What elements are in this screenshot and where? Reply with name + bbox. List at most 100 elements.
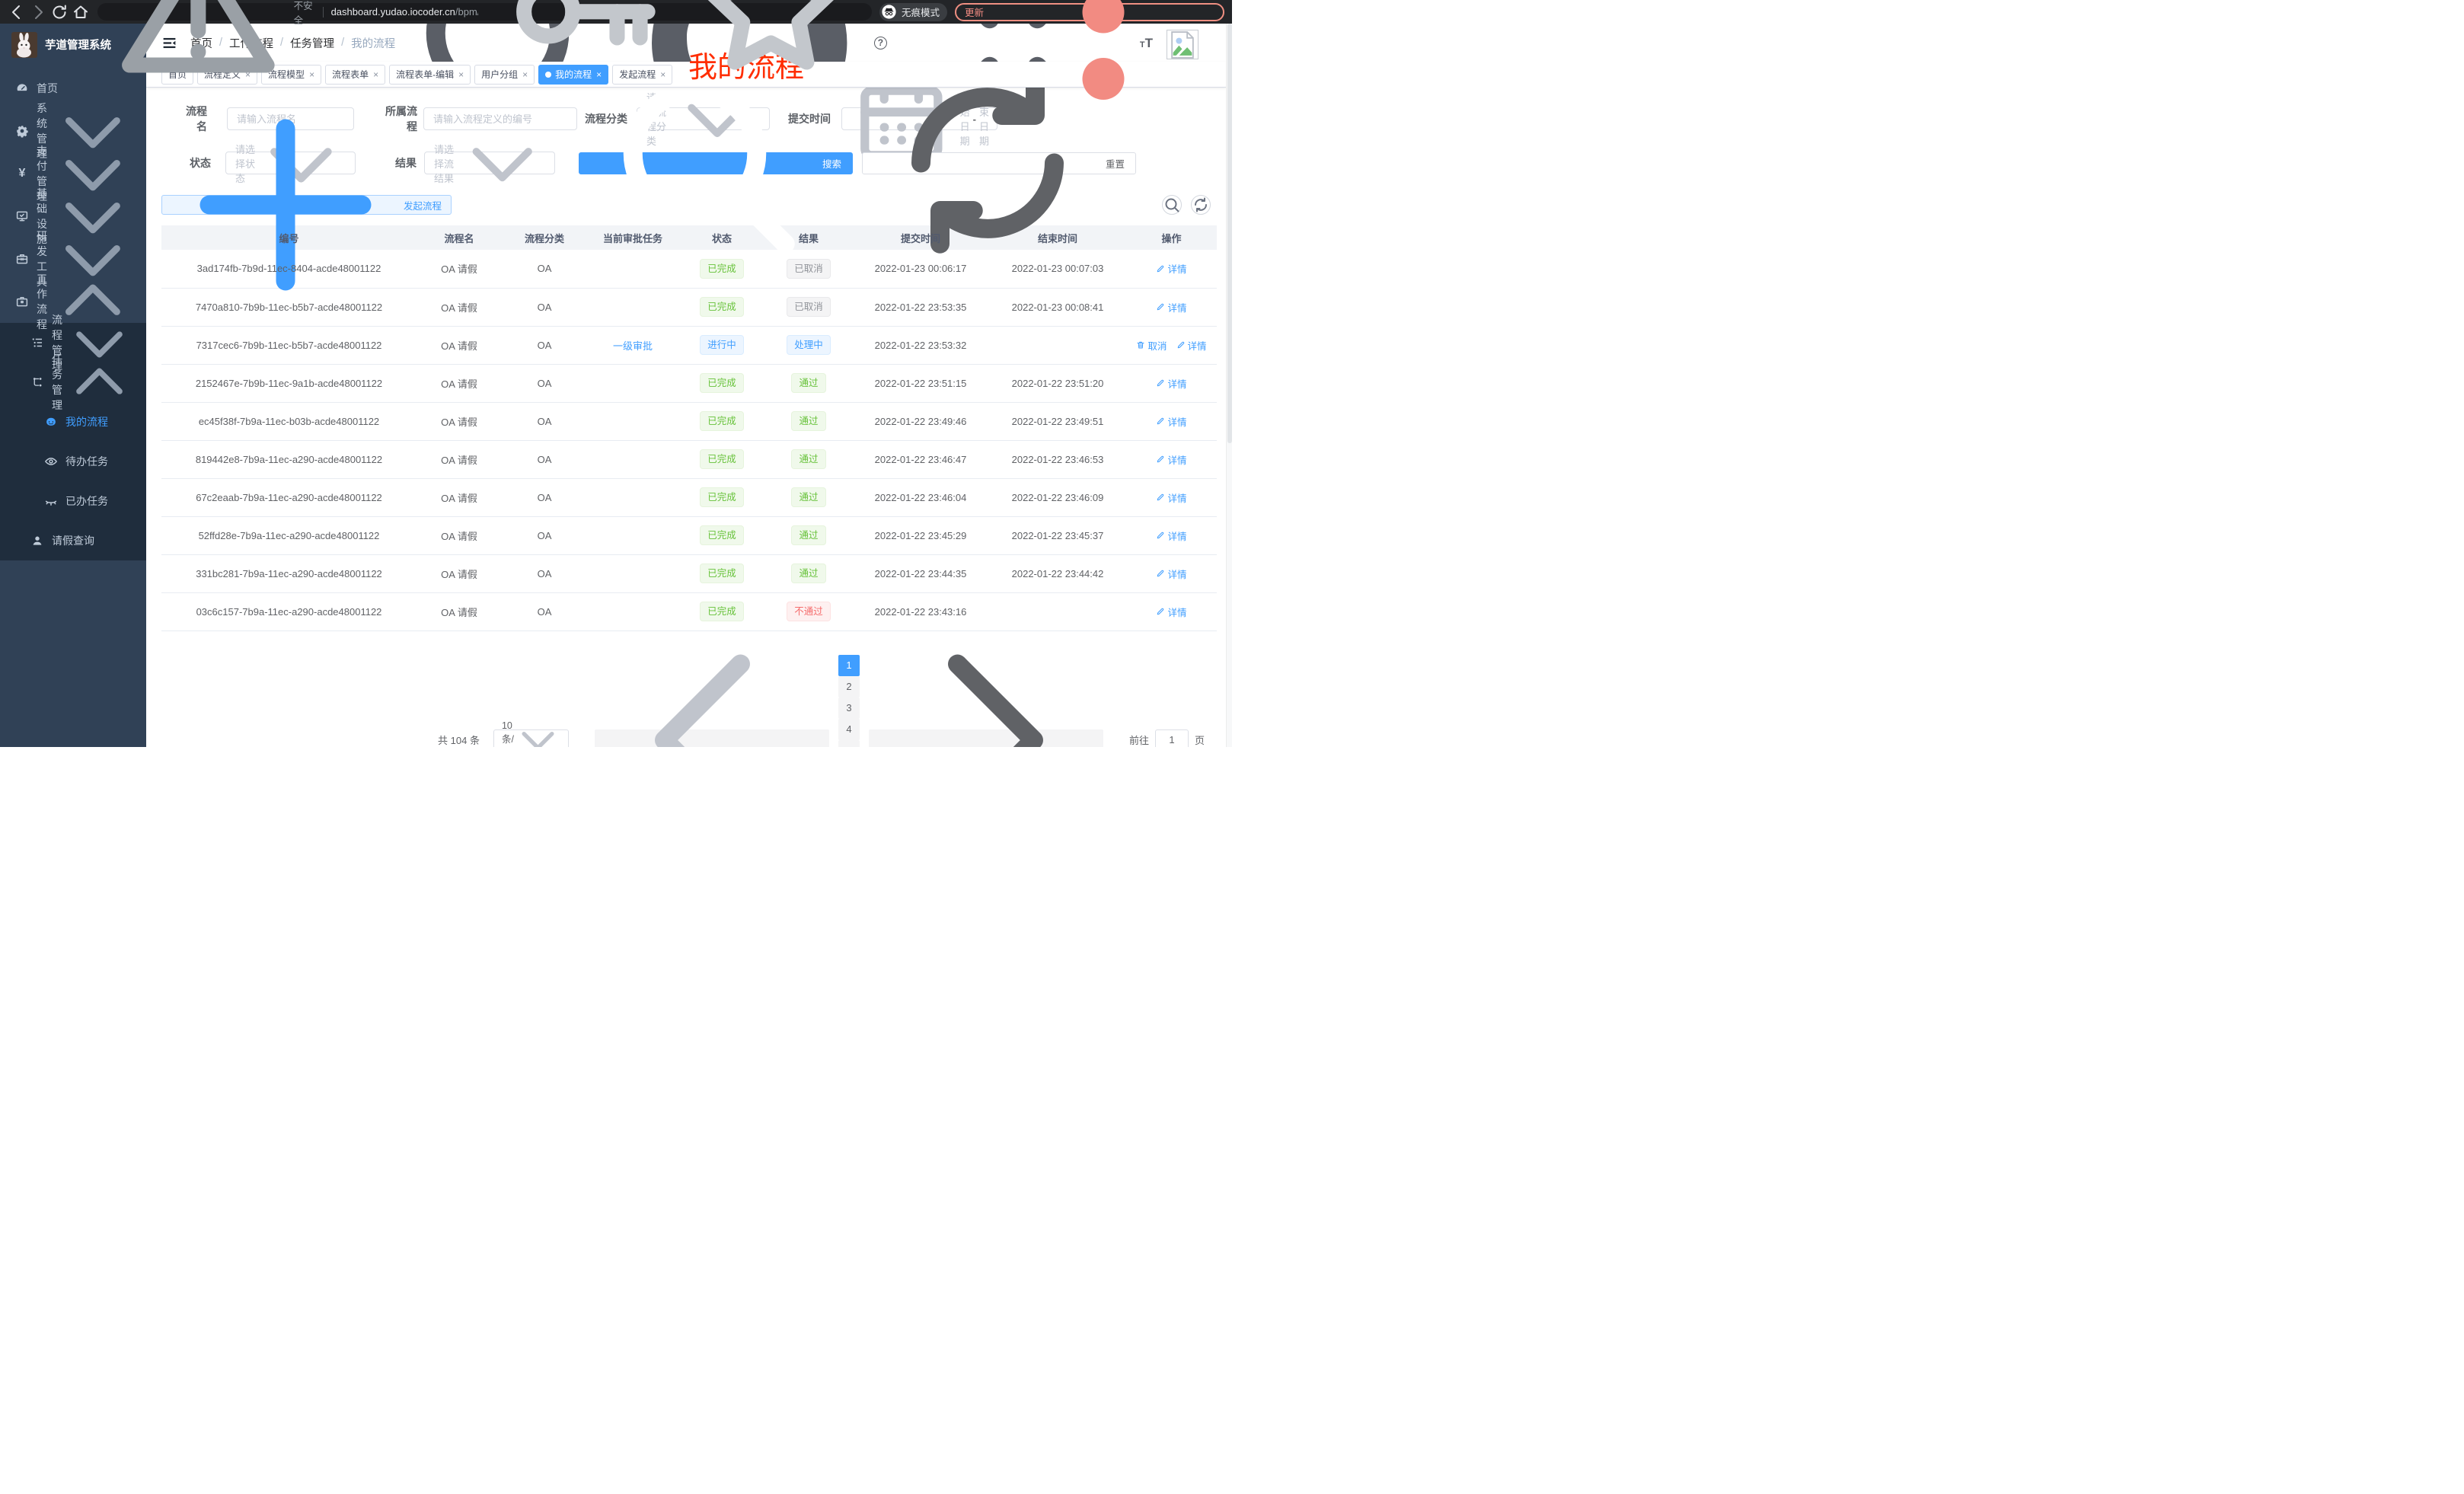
cell-current-task: [587, 364, 678, 402]
scrollbar-thumb[interactable]: [1227, 24, 1232, 443]
detail-link[interactable]: 详情: [1156, 605, 1186, 619]
page-size-select[interactable]: 10条/页: [493, 729, 569, 748]
password-key-icon[interactable]: [487, 0, 671, 104]
cell-current-task: [587, 288, 678, 326]
sidebar-item-todo-tasks[interactable]: 待办任务: [0, 442, 146, 481]
chevron-down-icon: [514, 716, 562, 747]
search-icon: [1163, 196, 1181, 214]
close-icon[interactable]: ×: [458, 69, 464, 80]
pencil-icon: [1156, 417, 1165, 426]
cell-submit-time: 2022-01-22 23:49:46: [852, 402, 989, 440]
tab-label: 流程表单: [332, 68, 369, 81]
cell-status: 已完成: [678, 592, 765, 630]
reload-icon[interactable]: [50, 3, 69, 21]
cell-category: OA: [502, 592, 587, 630]
home-icon[interactable]: [72, 3, 90, 21]
url-path: /bpm/task/my: [455, 6, 478, 18]
close-icon[interactable]: ×: [373, 69, 378, 80]
detail-link[interactable]: 详情: [1156, 261, 1186, 276]
cell-submit-time: 2022-01-22 23:46:04: [852, 478, 989, 516]
cell-process-name: OA 请假: [417, 478, 502, 516]
cell-process-name: OA 请假: [417, 288, 502, 326]
cell-result: 通过: [765, 554, 852, 592]
tab-process-form-edit[interactable]: 流程表单-编辑×: [389, 65, 471, 85]
cell-result: 已取消: [765, 288, 852, 326]
bookmark-star-icon[interactable]: [679, 0, 863, 104]
browser-menu-icon[interactable]: [989, 0, 1218, 126]
cell-current-task[interactable]: 一级审批: [587, 326, 678, 364]
tab-process-form[interactable]: 流程表单 ×: [325, 65, 385, 85]
sidebar-item-done-tasks[interactable]: 已办任务: [0, 481, 146, 521]
table-row: 67c2eaab-7b9a-11ec-a290-acde48001122OA 请…: [161, 478, 1217, 516]
goto-page-input[interactable]: [1155, 729, 1189, 748]
search-button[interactable]: 搜索: [579, 152, 853, 174]
chevron-left-icon: [598, 626, 826, 748]
cell-result: 通过: [765, 364, 852, 402]
help-icon[interactable]: ?: [874, 37, 887, 49]
prev-page-button[interactable]: [595, 729, 829, 748]
page-scrollbar[interactable]: [1226, 24, 1232, 747]
page-5-button[interactable]: 5: [838, 740, 860, 748]
cell-category: OA: [502, 440, 587, 478]
cell-submit-time: 2022-01-22 23:51:15: [852, 364, 989, 402]
refresh-table-button[interactable]: [1191, 195, 1211, 215]
page-2-button[interactable]: 2: [838, 676, 860, 698]
cell-status: 已完成: [678, 516, 765, 554]
next-page-button[interactable]: [869, 729, 1103, 748]
reset-button[interactable]: 重置: [862, 152, 1136, 174]
browser-update-button[interactable]: 更新: [955, 3, 1224, 21]
detail-link[interactable]: 详情: [1156, 452, 1186, 467]
cell-current-task: [587, 516, 678, 554]
cell-submit-time: 2022-01-22 23:53:32: [852, 326, 989, 364]
page-4-button[interactable]: 4: [838, 719, 860, 740]
sidebar-menu: 首页系统管理¥支付管理基础设施研发工具工作流程流程管理任务管理我的流程待办任务已…: [0, 67, 146, 560]
detail-link[interactable]: 详情: [1176, 338, 1207, 353]
detail-link[interactable]: 详情: [1156, 567, 1186, 581]
detail-link[interactable]: 详情: [1156, 300, 1186, 314]
result-badge: 通过: [791, 411, 825, 432]
toggle-search-button[interactable]: [1162, 195, 1182, 215]
cell-category: OA: [502, 250, 587, 288]
result-select[interactable]: 请选择流结果: [424, 152, 555, 174]
cell-actions: 详情: [1126, 554, 1217, 592]
cell-submit-time: 2022-01-22 23:53:35: [852, 288, 989, 326]
back-icon[interactable]: [8, 3, 26, 21]
cell-end-time: 2022-01-23 00:08:41: [989, 288, 1126, 326]
result-badge: 不通过: [787, 602, 831, 622]
forward-icon[interactable]: [29, 3, 47, 21]
table-row: 819442e8-7b9a-11ec-a290-acde48001122OA 请…: [161, 440, 1217, 478]
security-label: 不安全: [294, 0, 317, 27]
pencil-icon: [1156, 493, 1165, 502]
close-icon[interactable]: ×: [309, 69, 314, 80]
tree-list-icon: [30, 336, 44, 350]
detail-link[interactable]: 详情: [1156, 528, 1186, 543]
table-row: ec45f38f-7b9a-11ec-b03b-acde48001122OA 请…: [161, 402, 1217, 440]
detail-link[interactable]: 详情: [1156, 414, 1186, 429]
start-process-button[interactable]: 发起流程: [161, 195, 452, 215]
cell-end-time: 2022-01-22 23:46:53: [989, 440, 1126, 478]
status-badge: 已完成: [700, 449, 744, 470]
cancel-link[interactable]: 取消: [1136, 338, 1167, 353]
page-1-button[interactable]: 1: [838, 655, 860, 676]
cell-status: 已完成: [678, 288, 765, 326]
breadcrumb-item[interactable]: 任务管理: [290, 35, 334, 51]
detail-link[interactable]: 详情: [1156, 376, 1186, 391]
incognito-icon: [882, 5, 896, 19]
table-row: 2152467e-7b9b-11ec-9a1b-acde48001122OA 请…: [161, 364, 1217, 402]
current-task-link[interactable]: 一级审批: [613, 340, 653, 352]
cell-status: 已完成: [678, 402, 765, 440]
page-3-button[interactable]: 3: [838, 698, 860, 719]
cell-submit-time: 2022-01-22 23:43:16: [852, 592, 989, 630]
sidebar-item-task-mgmt[interactable]: 任务管理: [0, 362, 146, 402]
address-bar[interactable]: 不安全 dashboard.yudao.iocoder.cn/bpm/task/…: [97, 3, 872, 21]
cell-actions: 详情: [1126, 440, 1217, 478]
cell-process-id: ec45f38f-7b9a-11ec-b03b-acde48001122: [161, 402, 417, 440]
cell-process-name: OA 请假: [417, 554, 502, 592]
cell-category: OA: [502, 478, 587, 516]
cell-process-name: OA 请假: [417, 364, 502, 402]
detail-link[interactable]: 详情: [1156, 490, 1186, 505]
cell-category: OA: [502, 402, 587, 440]
sidebar-item-leave-query[interactable]: 请假查询: [0, 521, 146, 560]
dashboard-icon: [15, 81, 29, 95]
cell-current-task: [587, 554, 678, 592]
